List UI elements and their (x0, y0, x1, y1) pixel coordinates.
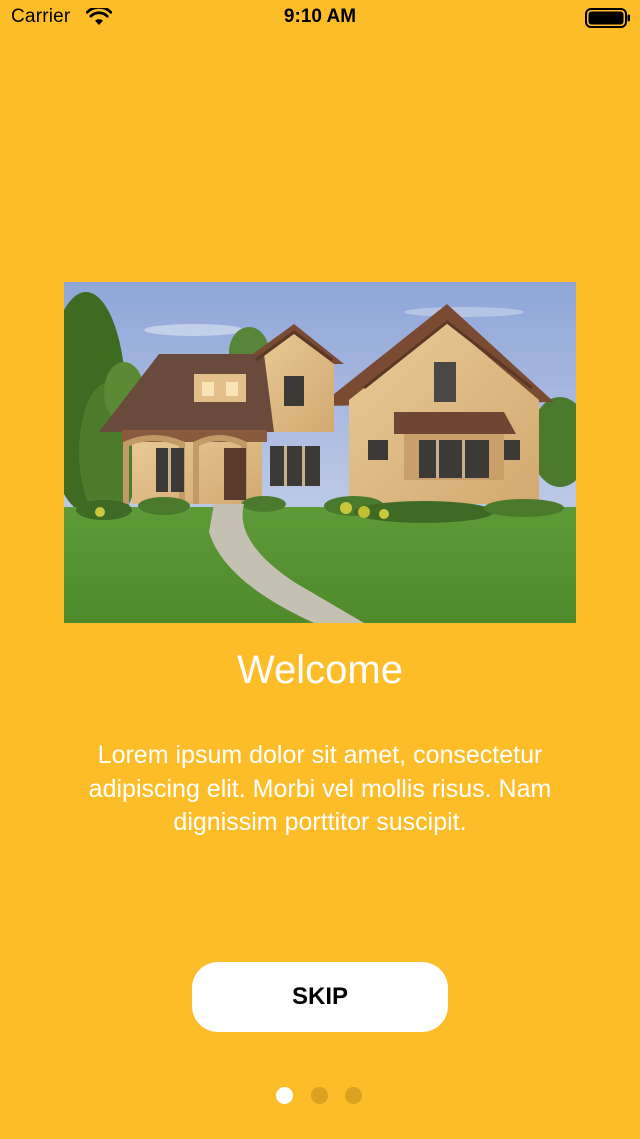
house-photo (64, 282, 576, 623)
welcome-title: Welcome (237, 648, 403, 692)
status-bar: Carrier 9:10 AM (0, 0, 640, 40)
skip-button[interactable]: SKIP (192, 962, 448, 1032)
page-indicator[interactable] (276, 1087, 366, 1105)
clock: 9:10 AM (283, 6, 357, 27)
battery-icon (585, 8, 630, 28)
page-dot-2[interactable] (311, 1087, 328, 1104)
house-illustration (64, 282, 576, 623)
page-dot-1[interactable] (276, 1087, 293, 1104)
page-dot-3[interactable] (345, 1087, 362, 1104)
welcome-description: Lorem ipsum dolor sit amet, consectetur … (88, 741, 552, 836)
